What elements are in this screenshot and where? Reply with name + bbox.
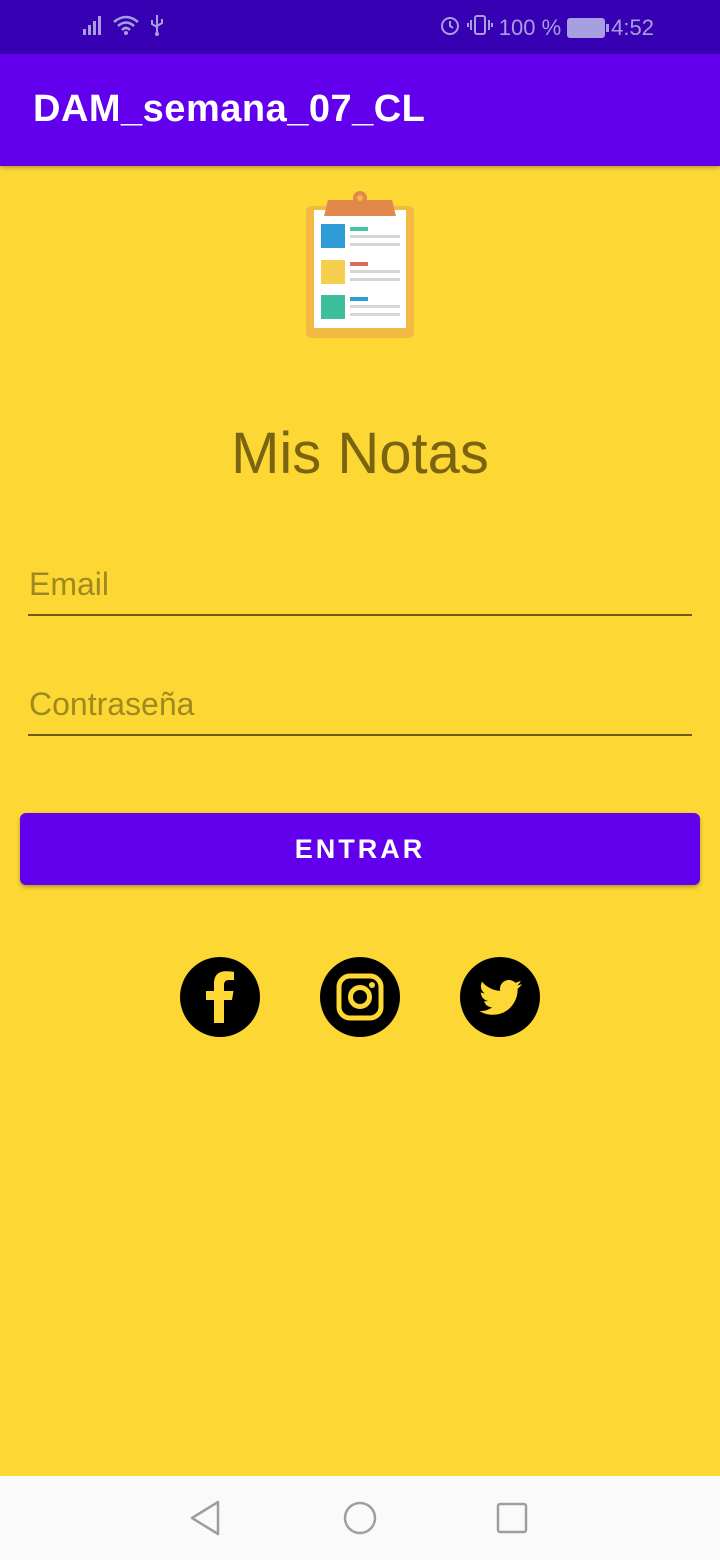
- signal-icon: [82, 14, 104, 41]
- usb-icon: [148, 14, 166, 41]
- page-title: Mis Notas: [231, 421, 489, 486]
- vibrate-icon: [466, 14, 493, 42]
- facebook-icon[interactable]: [180, 957, 260, 1037]
- clipboard-notes-icon: [304, 188, 416, 340]
- alarm-icon: [439, 14, 461, 42]
- enter-button[interactable]: ENTRAR: [20, 813, 700, 885]
- home-icon[interactable]: [338, 1496, 382, 1540]
- status-bar: 100 % 4:52: [0, 0, 720, 54]
- clock: 4:52: [611, 15, 654, 40]
- back-icon[interactable]: [184, 1496, 228, 1540]
- email-field[interactable]: [28, 558, 692, 616]
- password-field[interactable]: [28, 678, 692, 736]
- recents-icon[interactable]: [490, 1496, 534, 1540]
- navigation-bar: [0, 1476, 720, 1560]
- battery-percent: 100 %: [498, 15, 562, 40]
- battery-charging-icon: [567, 18, 610, 38]
- wifi-icon: [112, 14, 140, 41]
- twitter-icon[interactable]: [460, 957, 540, 1037]
- app-bar: DAM_semana_07_CL: [0, 54, 720, 166]
- instagram-icon[interactable]: [320, 957, 400, 1037]
- app-title: DAM_semana_07_CL: [33, 88, 426, 130]
